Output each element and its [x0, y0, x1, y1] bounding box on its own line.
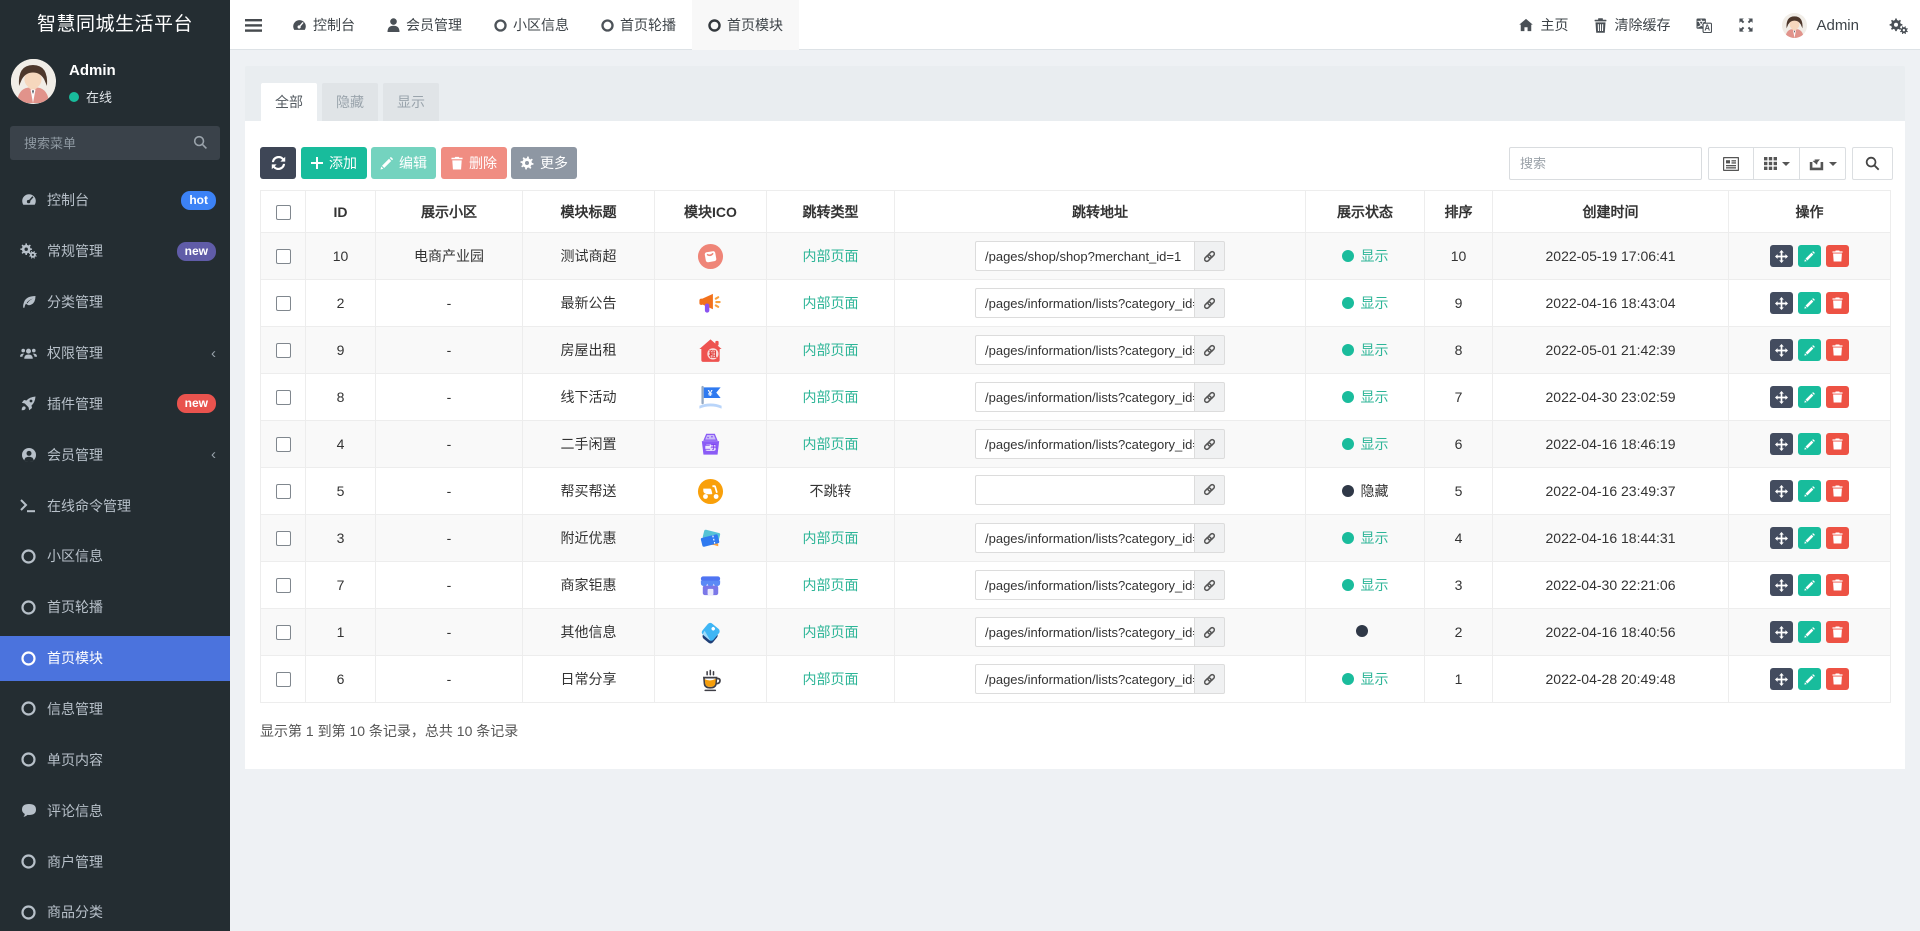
- svg-text:A: A: [1705, 23, 1711, 32]
- svg-text:¥: ¥: [708, 387, 713, 397]
- svg-text:二手: 二手: [705, 443, 717, 451]
- svg-text:租: 租: [709, 348, 718, 358]
